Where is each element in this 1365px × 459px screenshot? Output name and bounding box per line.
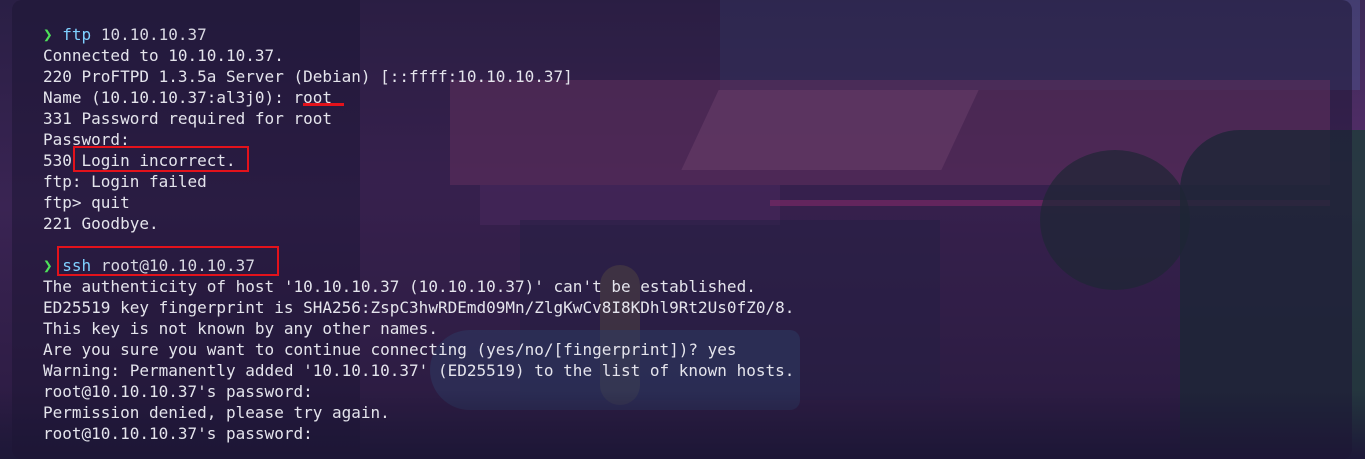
output-line: Are you sure you want to continue connec…: [43, 340, 737, 359]
output-line: ED25519 key fingerprint is SHA256:ZspC3h…: [43, 298, 795, 317]
output-line: root@10.10.10.37's password:: [43, 424, 313, 443]
output-line: Connected to 10.10.10.37.: [43, 46, 284, 65]
output-line: root@10.10.10.37's password:: [43, 382, 313, 401]
command-name: ssh: [62, 256, 92, 275]
output-line: 530 Login incorrect.: [43, 151, 236, 170]
output-line: Password:: [43, 130, 130, 149]
command-argument: root@10.10.10.37: [91, 256, 255, 275]
output-line: Permission denied, please try again.: [43, 403, 390, 422]
command-line-ftp: ❯ ftp 10.10.10.37: [43, 24, 207, 45]
output-line: This key is not known by any other names…: [43, 319, 438, 338]
output-line: ftp> quit: [43, 193, 130, 212]
output-line: 220 ProFTPD 1.3.5a Server (Debian) [::ff…: [43, 67, 573, 86]
command-name: ftp: [62, 25, 92, 44]
prompt-icon: ❯: [43, 25, 53, 44]
output-line: Name (10.10.10.37:al3j0): root: [43, 88, 332, 107]
output-line: ftp: Login failed: [43, 172, 207, 191]
output-line: The authenticity of host '10.10.10.37 (1…: [43, 277, 756, 296]
output-line: 221 Goodbye.: [43, 214, 159, 233]
output-line: 331 Password required for root: [43, 109, 332, 128]
terminal-window[interactable]: ❯ ftp 10.10.10.37 Connected to 10.10.10.…: [12, 0, 1352, 459]
command-argument: 10.10.10.37: [91, 25, 207, 44]
command-line-ssh: ❯ ssh root@10.10.10.37: [43, 255, 255, 276]
output-line: Warning: Permanently added '10.10.10.37'…: [43, 361, 795, 380]
prompt-icon: ❯: [43, 256, 53, 275]
